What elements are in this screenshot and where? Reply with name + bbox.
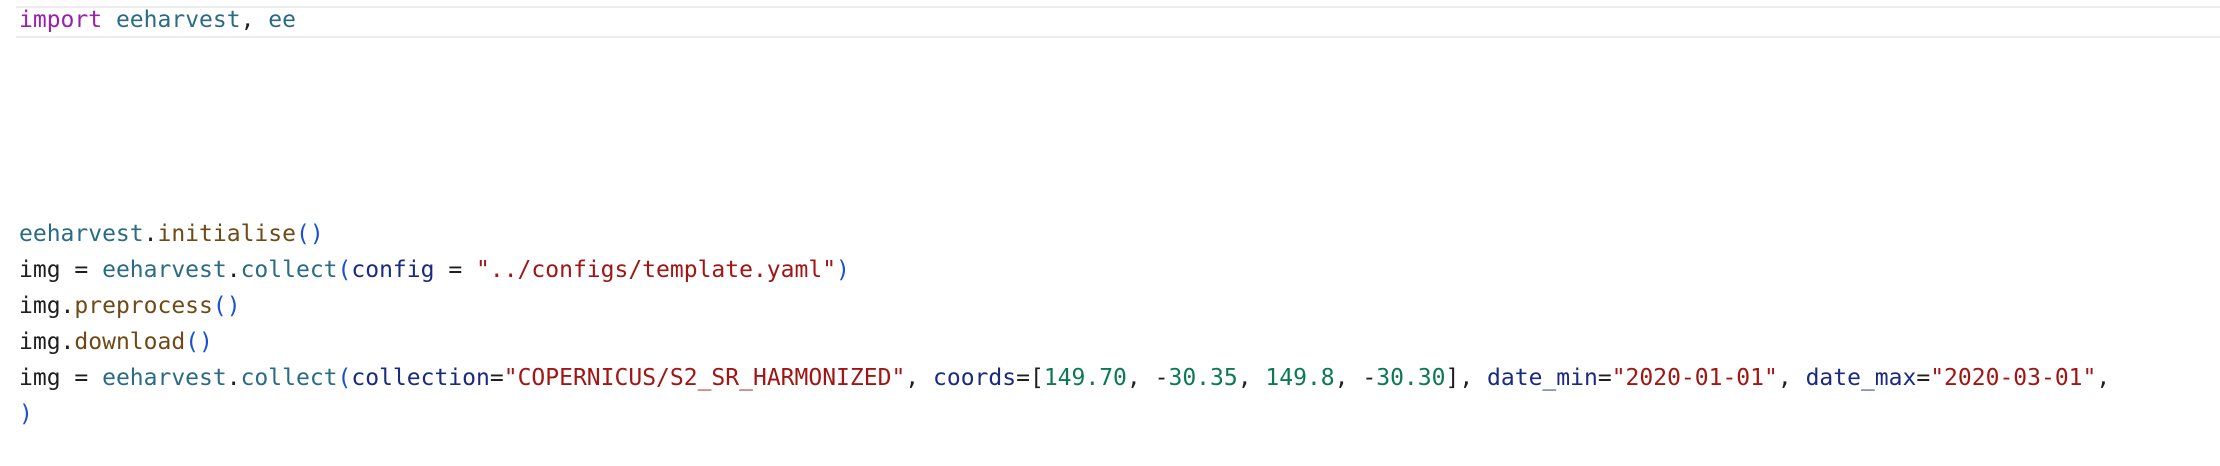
number-literal: 30.35 (1168, 365, 1238, 391)
code-line-download: img.download() (19, 326, 213, 358)
equals-sign: = (1597, 365, 1612, 391)
code-cell-input[interactable] (16, 6, 2220, 38)
equals-sign: = (1916, 365, 1931, 391)
number-literal: 30.30 (1376, 365, 1446, 391)
right-paren: ) (19, 401, 33, 427)
parameter-name: collection (351, 365, 490, 391)
right-bracket: ] (1445, 365, 1460, 391)
dot: . (226, 365, 241, 391)
code-line-preprocess: img.preprocess() (19, 290, 241, 322)
parentheses: () (185, 329, 213, 355)
variable-name: img (19, 293, 61, 319)
variable-name: img (19, 257, 61, 283)
separator: , (240, 7, 269, 33)
comma: , (2096, 365, 2111, 391)
code-line-initialise: eeharvest.initialise() (19, 218, 324, 250)
module-name: eeharvest (19, 221, 144, 247)
comma: , (1126, 365, 1155, 391)
function-name: preprocess (74, 293, 213, 319)
right-paren: ) (836, 257, 850, 283)
function-name: collect (240, 365, 338, 391)
dot: . (60, 329, 75, 355)
parentheses: () (295, 221, 324, 247)
left-paren: ( (337, 257, 352, 283)
module-name: eeharvest (102, 257, 227, 283)
comma: , (1334, 365, 1363, 391)
minus-sign: - (1362, 365, 1377, 391)
left-bracket: [ (1029, 365, 1044, 391)
dot: . (60, 293, 75, 319)
string-literal: "COPERNICUS/S2_SR_HARMONIZED" (503, 365, 906, 391)
equals-sign: = (489, 365, 504, 391)
minus-sign: - (1154, 365, 1169, 391)
code-line-import: import eeharvest, ee (19, 4, 296, 36)
code-line-close-paren: ) (19, 398, 33, 430)
function-name: download (74, 329, 186, 355)
comma: , (1777, 365, 1806, 391)
dot: . (143, 221, 158, 247)
comma: , (1237, 365, 1266, 391)
number-literal: 149.70 (1043, 365, 1127, 391)
assign-operator: = (60, 365, 103, 391)
parentheses: () (212, 293, 241, 319)
code-line-collect-config: img = eeharvest.collect(config = "../con… (19, 254, 850, 286)
function-name: collect (240, 257, 338, 283)
variable-name: img (19, 365, 61, 391)
module-name: eeharvest (115, 7, 241, 33)
parameter-name: date_min (1487, 365, 1598, 391)
string-literal: "2020-03-01" (1930, 365, 2097, 391)
module-name: ee (268, 7, 296, 33)
assign-operator: = (434, 257, 477, 283)
comma: , (905, 365, 933, 391)
assign-operator: = (60, 257, 103, 283)
string-literal: "../configs/template.yaml" (476, 257, 837, 283)
number-literal: 149.8 (1265, 365, 1335, 391)
keyword-import: import (19, 7, 103, 33)
function-name: initialise (157, 221, 296, 247)
module-name: eeharvest (102, 365, 227, 391)
left-paren: ( (337, 365, 352, 391)
comma: , (1459, 365, 1488, 391)
variable-name: img (19, 329, 61, 355)
parameter-name: coords (933, 365, 1017, 391)
parameter-name: date_max (1805, 365, 1917, 391)
string-literal: "2020-01-01" (1611, 365, 1778, 391)
code-line-collect-collection: img = eeharvest.collect(collection="COPE… (19, 362, 2110, 394)
dot: . (226, 257, 241, 283)
equals-sign: = (1016, 365, 1030, 391)
parameter-name: config (351, 257, 435, 283)
